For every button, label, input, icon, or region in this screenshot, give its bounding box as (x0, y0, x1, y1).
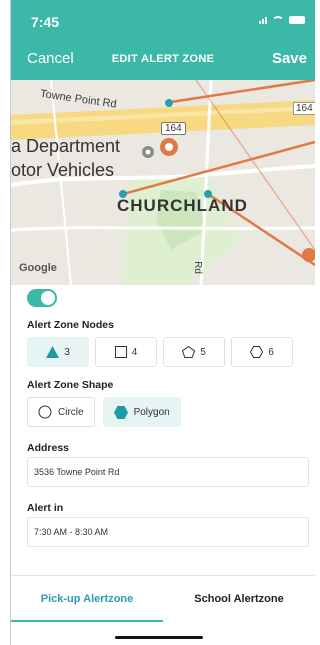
alert-time-field[interactable]: 7:30 AM - 8:30 AM (27, 517, 309, 547)
active-tab-indicator (11, 620, 163, 622)
wifi-icon (272, 16, 284, 24)
signal-icon (259, 17, 267, 24)
alert-zone-toggle[interactable] (27, 289, 57, 307)
map-road-label: Rd (191, 261, 203, 274)
tab-label: Pick-up Alertzone (40, 593, 134, 605)
node-option-label: 3 (64, 346, 70, 358)
node-option-3[interactable]: 3 (27, 337, 89, 367)
shape-selector: Circle Polygon (27, 397, 181, 427)
hexagon-icon (250, 346, 264, 358)
node-option-label: 6 (268, 346, 274, 358)
status-time: 7:45 (31, 14, 60, 30)
node-option-4[interactable]: 4 (95, 337, 157, 367)
shape-option-polygon[interactable]: Polygon (102, 397, 181, 427)
tab-bar: Pick-up Alertzone School Alertzone (11, 575, 315, 622)
system-icons (259, 16, 305, 24)
node-option-5[interactable]: 5 (163, 337, 225, 367)
nodes-selector: 3 4 5 6 (27, 337, 293, 367)
square-icon (114, 346, 127, 358)
save-button[interactable]: Save (272, 50, 307, 67)
address-value: 3536 Towne Point Rd (34, 467, 120, 477)
nodes-label: Alert Zone Nodes (27, 319, 114, 331)
tab-label: School Alertzone (194, 593, 284, 605)
toggle-knob (41, 291, 55, 305)
map-poi-label-2: otor Vehicles (11, 160, 115, 180)
address-label: Address (27, 442, 70, 454)
status-bar: 7:45 (11, 0, 315, 40)
map-poi-label: a Department (11, 136, 121, 156)
google-logo: Google (19, 262, 57, 274)
route-shield: 164 (161, 122, 186, 135)
nav-bar: Cancel EDIT ALERT ZONE Save (11, 40, 315, 80)
shape-label: Alert Zone Shape (27, 379, 114, 391)
alert-in-label: Alert in (27, 502, 64, 514)
page-title: EDIT ALERT ZONE (111, 53, 215, 65)
settings-panel: Alert Zone Nodes 3 4 5 6 Alert Zone Shap… (11, 285, 315, 595)
circle-icon (38, 405, 52, 419)
map-canvas (11, 80, 315, 285)
tab-pickup-alertzone[interactable]: Pick-up Alertzone (11, 576, 163, 622)
shape-option-circle[interactable]: Circle (27, 397, 95, 427)
hexagon-icon (113, 405, 128, 419)
pentagon-icon (182, 346, 196, 358)
shape-option-label: Polygon (133, 406, 170, 418)
phone-screen: 7:45 Cancel EDIT ALERT ZONE Save Towne P… (10, 0, 315, 645)
zone-node (165, 99, 173, 107)
map-area-label: CHURCHLAND (117, 196, 248, 215)
tab-school-alertzone[interactable]: School Alertzone (163, 576, 315, 622)
map-view[interactable]: Towne Point Rd a Department otor Vehicle… (11, 80, 315, 285)
node-option-label: 5 (200, 346, 206, 358)
route-shield-right: 164 (293, 102, 315, 115)
node-option-label: 4 (131, 346, 138, 358)
home-indicator (115, 636, 203, 639)
shape-option-label: Circle (58, 406, 84, 418)
alert-time-value: 7:30 AM - 8:30 AM (34, 527, 109, 537)
node-option-6[interactable]: 6 (231, 337, 293, 367)
triangle-icon (46, 346, 60, 358)
address-field[interactable]: 3536 Towne Point Rd (27, 457, 309, 487)
battery-icon (289, 16, 305, 24)
